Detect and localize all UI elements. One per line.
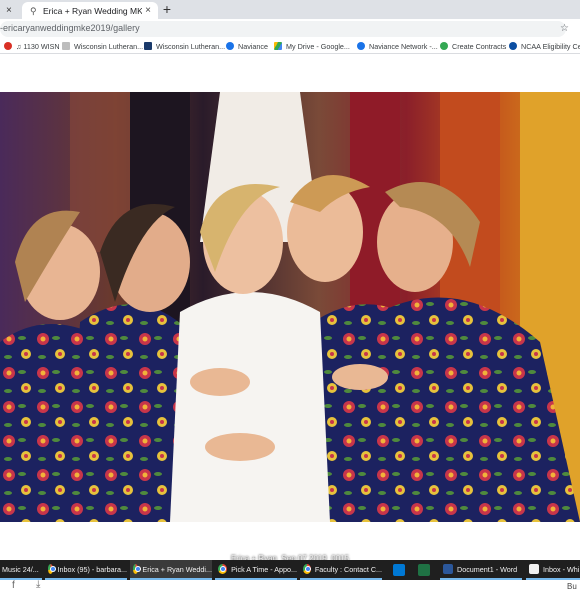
bookmark-label: Naviance — [238, 41, 268, 51]
taskbar-label: Pick A Time - Appo... — [231, 564, 297, 574]
taskbar-label: Music 24/... — [2, 564, 39, 574]
bookmark-label: Naviance Network -... — [369, 41, 438, 51]
chrome-icon — [133, 564, 141, 574]
globe-icon — [440, 42, 448, 50]
url-text[interactable]: -ericaryanweddingmke2019/gallery — [0, 23, 140, 33]
ncaa-icon — [509, 42, 517, 50]
taskbar-label: Inbox - Whi — [543, 564, 580, 574]
tab-active[interactable]: ⚲ Erica + Ryan Wedding MKE 2019 × — [22, 2, 158, 19]
address-bar[interactable]: -ericaryanweddingmke2019/gallery ☆ — [0, 21, 569, 37]
bookmark-1130-wisn[interactable]: ♫ 1130 WISN — [4, 40, 60, 52]
bookmark-label: Wisconsin Lutheran... — [74, 41, 144, 51]
bookmark-naviance-network[interactable]: Naviance Network -... — [357, 40, 438, 52]
bridal-party-photo — [0, 92, 580, 522]
taskbar-label: Faculty : Contact C... — [314, 564, 382, 574]
link-icon: ⚲ — [30, 6, 37, 16]
taskbar-label: Inbox (95) - barbara... — [57, 564, 127, 574]
taskbar-label: Document1 - Word — [457, 564, 518, 574]
chrome-icon — [218, 564, 228, 574]
tab-title: Erica + Ryan Wedding MKE 2019 — [43, 5, 142, 16]
facebook-share-icon[interactable]: f — [12, 580, 15, 591]
outlook-icon[interactable] — [393, 564, 405, 576]
bookmark-label: Wisconsin Lutheran... — [156, 41, 226, 51]
taskbar-item-faculty[interactable]: Faculty : Contact C... — [300, 560, 382, 580]
taskbar-item-pick-a-time[interactable]: Pick A Time - Appo... — [215, 560, 297, 580]
bookmark-label: NCAA Eligibility Ce... — [521, 41, 580, 51]
word-icon — [443, 564, 453, 574]
taskbar-item-inbox[interactable]: Inbox (95) - barbara... — [45, 560, 127, 580]
taskbar-item-word[interactable]: Document1 - Word — [440, 560, 522, 580]
star-icon[interactable]: ☆ — [560, 23, 569, 34]
globe-icon — [357, 42, 365, 50]
drive-icon — [274, 42, 282, 50]
taskbar-label: Erica + Ryan Weddi... — [142, 564, 212, 574]
toolbar: -ericaryanweddingmke2019/gallery ☆ — [0, 19, 580, 39]
bookmark-label: Create Contracts — [452, 41, 507, 51]
gallery-photo[interactable] — [0, 92, 580, 522]
taskbar-item-music[interactable]: Music 24/... — [0, 560, 42, 580]
bookmark-wisconsin-lutheran-1[interactable]: Wisconsin Lutheran... — [62, 40, 143, 52]
windows-taskbar: Music 24/... Inbox (95) - barbara... Eri… — [0, 560, 580, 580]
chrome-icon — [48, 564, 56, 574]
bookmark-label: ♫ 1130 WISN — [16, 41, 60, 51]
bookmark-my-drive[interactable]: My Drive - Google... — [274, 40, 350, 52]
taskbar-item-inbox-mail[interactable]: Inbox - Whi — [526, 560, 580, 580]
bookmark-wisconsin-lutheran-2[interactable]: Wisconsin Lutheran... — [144, 40, 225, 52]
new-tab-button[interactable]: + — [160, 1, 174, 17]
crest-icon — [144, 42, 152, 50]
gallery-page: Erica + Ryan_Sep 07 2019_0015 f ⤓ Bu — [0, 54, 580, 591]
download-icon[interactable]: ⤓ — [36, 579, 40, 590]
bookmark-ncaa-eligibility[interactable]: NCAA Eligibility Ce... — [509, 40, 580, 52]
buy-button[interactable]: Bu — [567, 582, 577, 591]
chrome-icon — [303, 564, 311, 574]
taskbar-item-erica-ryan[interactable]: Erica + Ryan Weddi... — [130, 560, 212, 580]
bookmark-label: My Drive - Google... — [286, 41, 350, 51]
mail-icon — [529, 564, 539, 574]
globe-icon — [226, 42, 234, 50]
close-icon[interactable]: × — [142, 5, 154, 16]
close-icon[interactable]: × — [6, 5, 12, 16]
bookmarks-bar: ♫ 1130 WISN Wisconsin Lutheran... Wiscon… — [0, 39, 580, 54]
tab-strip: × ⚲ Erica + Ryan Wedding MKE 2019 × + — [0, 0, 580, 19]
bookmark-naviance[interactable]: Naviance — [226, 40, 268, 52]
bookmark-create-contracts[interactable]: Create Contracts — [440, 40, 506, 52]
radio-icon — [4, 42, 12, 50]
page-icon — [62, 42, 70, 50]
excel-icon[interactable] — [418, 564, 430, 576]
